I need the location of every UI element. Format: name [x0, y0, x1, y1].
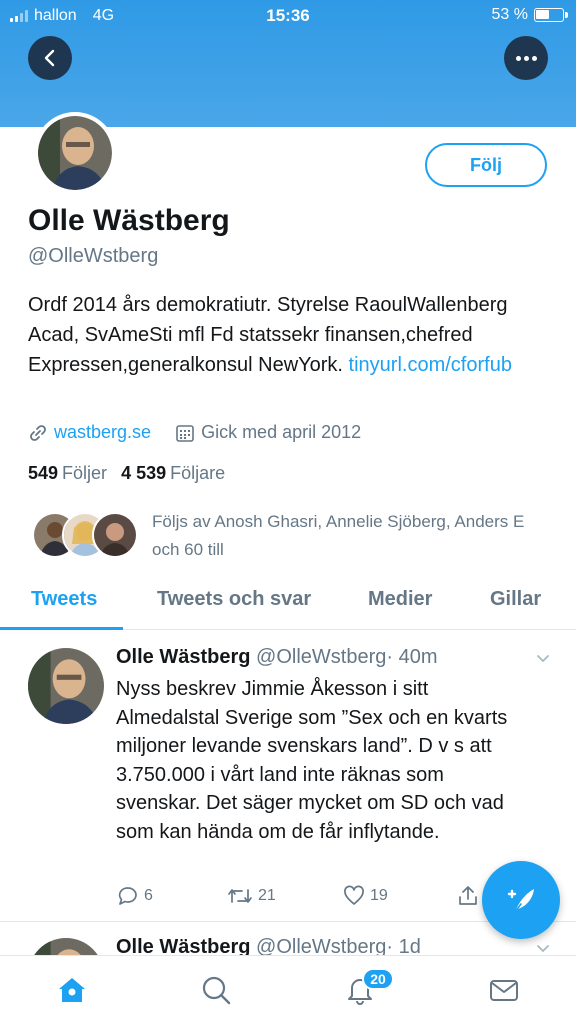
- tweet-text: Nyss beskrev Jimmie Åkesson i sitt Almed…: [116, 678, 508, 843]
- follow-button[interactable]: Följ: [425, 143, 547, 187]
- tweet-author-handle: @OlleWstberg: [256, 646, 387, 668]
- profile-meta: wastberg.se Gick med april 2012: [28, 422, 361, 443]
- clock: 15:36: [266, 6, 310, 25]
- following-count-link[interactable]: 549 Följer: [28, 463, 107, 484]
- more-options-button[interactable]: [504, 36, 548, 80]
- notification-badge: 20: [362, 968, 394, 990]
- link-icon: [28, 423, 48, 443]
- profile-tabs: Tweets Tweets och svar Medier Gillar: [0, 570, 576, 630]
- share-button[interactable]: [456, 884, 480, 908]
- bottom-navigation: 20: [0, 955, 576, 1024]
- active-tab-indicator: [0, 627, 123, 630]
- compose-tweet-button[interactable]: [482, 861, 560, 939]
- profile-handle: @OlleWstberg: [28, 245, 159, 267]
- like-button[interactable]: 19: [342, 884, 388, 908]
- joined-date: Gick med april 2012: [201, 422, 362, 442]
- tweet-header: Olle Wästberg @OlleWstberg· 40m: [116, 646, 438, 669]
- heart-icon: [344, 885, 364, 905]
- more-dots-icon: [515, 55, 537, 61]
- reply-count: 6: [144, 887, 153, 904]
- profile-photo: [38, 116, 112, 190]
- chevron-left-icon: [44, 49, 55, 67]
- tab-likes[interactable]: Gillar: [490, 588, 541, 611]
- profile-website-link[interactable]: wastberg.se: [54, 422, 151, 443]
- retweet-button[interactable]: 21: [226, 884, 276, 908]
- follow-counts: 549 Följer 4 539 Följare: [28, 463, 225, 484]
- tab-tweets-and-replies[interactable]: Tweets och svar: [157, 588, 311, 611]
- followers-count-link[interactable]: 4 539 Följare: [121, 463, 225, 484]
- calendar-icon: [175, 423, 195, 443]
- chevron-down-icon[interactable]: [536, 652, 550, 666]
- share-icon: [459, 886, 477, 905]
- following-count: 549: [28, 463, 59, 483]
- followed-by-text[interactable]: Följs av Anosh Ghasri, Annelie Sjöberg, …: [152, 508, 532, 564]
- followed-by-avatars[interactable]: [32, 512, 138, 560]
- retweet-icon: [228, 889, 252, 903]
- retweet-count: 21: [258, 887, 276, 904]
- avatar: [28, 648, 104, 724]
- reply-icon: [118, 887, 137, 905]
- search-icon: [202, 976, 231, 1005]
- battery-percent: 53 %: [491, 6, 528, 23]
- home-icon: [59, 978, 85, 1002]
- following-label: Följer: [62, 463, 108, 483]
- tweet-actions: 6 21 19: [116, 884, 536, 910]
- tab-tweets[interactable]: Tweets: [31, 588, 97, 611]
- reply-button[interactable]: 6: [116, 884, 153, 908]
- back-button[interactable]: [28, 36, 72, 80]
- profile-name: Olle Wästberg: [28, 204, 230, 237]
- battery-icon: [534, 8, 568, 22]
- nav-home[interactable]: [54, 972, 90, 1008]
- status-bar: hallon 4G 15:36 53 %: [0, 0, 576, 32]
- tweet-avatar[interactable]: [28, 648, 104, 724]
- avatar: [92, 512, 138, 558]
- chevron-down-icon[interactable]: [536, 942, 550, 956]
- like-count: 19: [370, 887, 388, 904]
- profile-bio: Ordf 2014 års demokratiutr. Styrelse Rao…: [28, 290, 548, 380]
- tab-media[interactable]: Medier: [368, 588, 432, 611]
- bio-link[interactable]: tinyurl.com/cforfub: [349, 354, 512, 376]
- tweet-author-name[interactable]: Olle Wästberg: [116, 646, 250, 668]
- followers-label: Följare: [170, 463, 226, 483]
- mail-icon: [490, 980, 518, 1001]
- tweet-time: · 40m: [386, 646, 438, 668]
- nav-messages[interactable]: [486, 972, 522, 1008]
- followers-count: 4 539: [121, 463, 167, 483]
- nav-search[interactable]: [198, 972, 234, 1008]
- compose-quill-icon: [507, 889, 534, 913]
- profile-avatar[interactable]: [34, 112, 116, 194]
